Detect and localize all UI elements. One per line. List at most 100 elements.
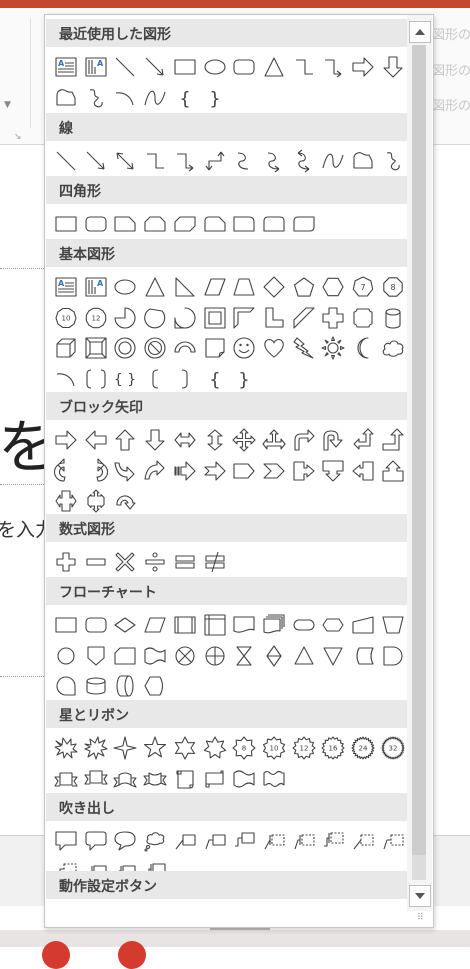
shape-fc-merge-button[interactable]: [318, 641, 348, 671]
shape-snip2diag-button[interactable]: [170, 209, 200, 239]
shape-decagon-button[interactable]: 10: [51, 303, 81, 333]
dialog-launcher-icon[interactable]: ↘: [14, 132, 22, 142]
shape-arc-button[interactable]: [51, 364, 81, 394]
shape-multiply-button[interactable]: [110, 547, 140, 577]
shape-dodecagon-button[interactable]: 12: [81, 303, 111, 333]
shape-diamond-button[interactable]: [259, 272, 289, 302]
shape-fc-multidoc-button[interactable]: [259, 610, 289, 640]
shape-fc-data-button[interactable]: [140, 610, 170, 640]
shape-round2diag-button[interactable]: [289, 209, 319, 239]
shape-curvedribbonup-button[interactable]: [110, 764, 140, 794]
shape-doublewave-button[interactable]: [259, 764, 289, 794]
shape-bracketpair-button[interactable]: [81, 364, 111, 394]
shape-oval-button[interactable]: [200, 52, 230, 82]
shape-lrcallout-button[interactable]: [51, 486, 81, 516]
ribbon-expand-icon[interactable]: ▼: [4, 100, 11, 110]
shape-halfframe-button[interactable]: [229, 303, 259, 333]
shape-star32-button[interactable]: 32: [378, 733, 408, 763]
shape-donut-button[interactable]: [110, 333, 140, 363]
shape-lrarrow-button[interactable]: [170, 425, 200, 455]
shape-fc-internal-button[interactable]: [200, 610, 230, 640]
shape-fc-card-button[interactable]: [110, 641, 140, 671]
shape-line-button[interactable]: [51, 146, 81, 176]
shape-hexagon-button[interactable]: [318, 272, 348, 302]
shape-roundrect-button[interactable]: [81, 209, 111, 239]
shape-parallelogram-button[interactable]: [200, 272, 230, 302]
shape-vscroll-button[interactable]: [170, 764, 200, 794]
shape-upcallout-button[interactable]: [378, 456, 408, 486]
shape-fc-prep-button[interactable]: [318, 610, 348, 640]
shape-textbox-button[interactable]: A: [51, 52, 81, 82]
shape-cloudcallout-button[interactable]: [140, 826, 170, 856]
shape-line-button[interactable]: [110, 52, 140, 82]
shape-fc-sumjunction-button[interactable]: [170, 641, 200, 671]
shape-notchedright-button[interactable]: [200, 456, 230, 486]
shape-cwcircular-button[interactable]: [81, 456, 111, 486]
shape-lightning-button[interactable]: [289, 333, 319, 363]
shape-fc-punchedtape-button[interactable]: [140, 641, 170, 671]
shape-scribble-button[interactable]: [81, 83, 111, 113]
shape-star6-button[interactable]: [170, 733, 200, 763]
shape-arrow-button[interactable]: [140, 52, 170, 82]
shape-diagstripe-button[interactable]: [289, 303, 319, 333]
shape-arc-button[interactable]: [110, 83, 140, 113]
vertical-scrollbar[interactable]: [407, 15, 432, 911]
shape-bordercallout1-button[interactable]: [348, 826, 378, 856]
shape-rightarrow-button[interactable]: [51, 425, 81, 455]
shape-explosion2-button[interactable]: [81, 733, 111, 763]
shape-cube-button[interactable]: [51, 333, 81, 363]
shape-lshape-button[interactable]: [259, 303, 289, 333]
shape-elbow-button[interactable]: [140, 146, 170, 176]
scroll-thumb[interactable]: [412, 45, 426, 855]
shape-downcallout-button[interactable]: [318, 456, 348, 486]
shape-leftarrow-button[interactable]: [81, 425, 111, 455]
shape-fc-tape-button[interactable]: [51, 671, 81, 701]
shape-star10-button[interactable]: 10: [259, 733, 289, 763]
shape-bentup-button[interactable]: [378, 425, 408, 455]
shape-rightcallout-button[interactable]: [289, 456, 319, 486]
shape-lruparrow-button[interactable]: [259, 425, 289, 455]
shape-accentcallout1-button[interactable]: [259, 826, 289, 856]
shape-curve-button[interactable]: [140, 83, 170, 113]
shape-rbrace-button[interactable]: }: [200, 83, 230, 113]
shape-fc-offpage-button[interactable]: [81, 641, 111, 671]
shape-ribbondown-button[interactable]: [81, 764, 111, 794]
shape-fc-decision-button[interactable]: [110, 610, 140, 640]
shape-star5-button[interactable]: [140, 733, 170, 763]
app-icon[interactable]: [118, 941, 146, 969]
shape-arrow-button[interactable]: [81, 146, 111, 176]
shape-fc-disk-button[interactable]: [81, 671, 111, 701]
shape-curvedconnarrow-button[interactable]: [259, 146, 289, 176]
shape-fc-sort-button[interactable]: [259, 641, 289, 671]
shape-triangle-button[interactable]: [140, 272, 170, 302]
shape-noentry-button[interactable]: [140, 333, 170, 363]
shape-moon-button[interactable]: [348, 333, 378, 363]
shape-star7-button[interactable]: [200, 733, 230, 763]
shape-chord-button[interactable]: [140, 303, 170, 333]
shape-uparrow-button[interactable]: [110, 425, 140, 455]
shape-fc-alt-button[interactable]: [81, 610, 111, 640]
shape-homeplate-button[interactable]: [229, 456, 259, 486]
app-icon[interactable]: [42, 941, 70, 969]
shape-hscroll-button[interactable]: [200, 764, 230, 794]
shape-vtextbox-button[interactable]: A: [81, 52, 111, 82]
shape-star12-button[interactable]: 12: [289, 733, 319, 763]
shape-rbracket-button[interactable]: [170, 364, 200, 394]
shape-minus-button[interactable]: [81, 547, 111, 577]
shape-plaque-button[interactable]: [348, 303, 378, 333]
shape-fc-document-button[interactable]: [229, 610, 259, 640]
shape-fc-terminator-button[interactable]: [289, 610, 319, 640]
shape-fc-collate-button[interactable]: [229, 641, 259, 671]
shape-rightarrow-button[interactable]: [348, 52, 378, 82]
shape-chevron-button[interactable]: [259, 456, 289, 486]
shape-plus-button[interactable]: [51, 547, 81, 577]
shape-bevel-button[interactable]: [81, 333, 111, 363]
shape-bordercallout2-button[interactable]: [378, 826, 408, 856]
shape-pie-button[interactable]: [110, 303, 140, 333]
shape-cloud-button[interactable]: [378, 333, 408, 363]
shape-curvedup-button[interactable]: [110, 456, 140, 486]
shape-notequal-button[interactable]: [200, 547, 230, 577]
shape-accentcallout2-button[interactable]: [289, 826, 319, 856]
shape-round1-button[interactable]: [229, 209, 259, 239]
shape-curvedconndbl-button[interactable]: [289, 146, 319, 176]
